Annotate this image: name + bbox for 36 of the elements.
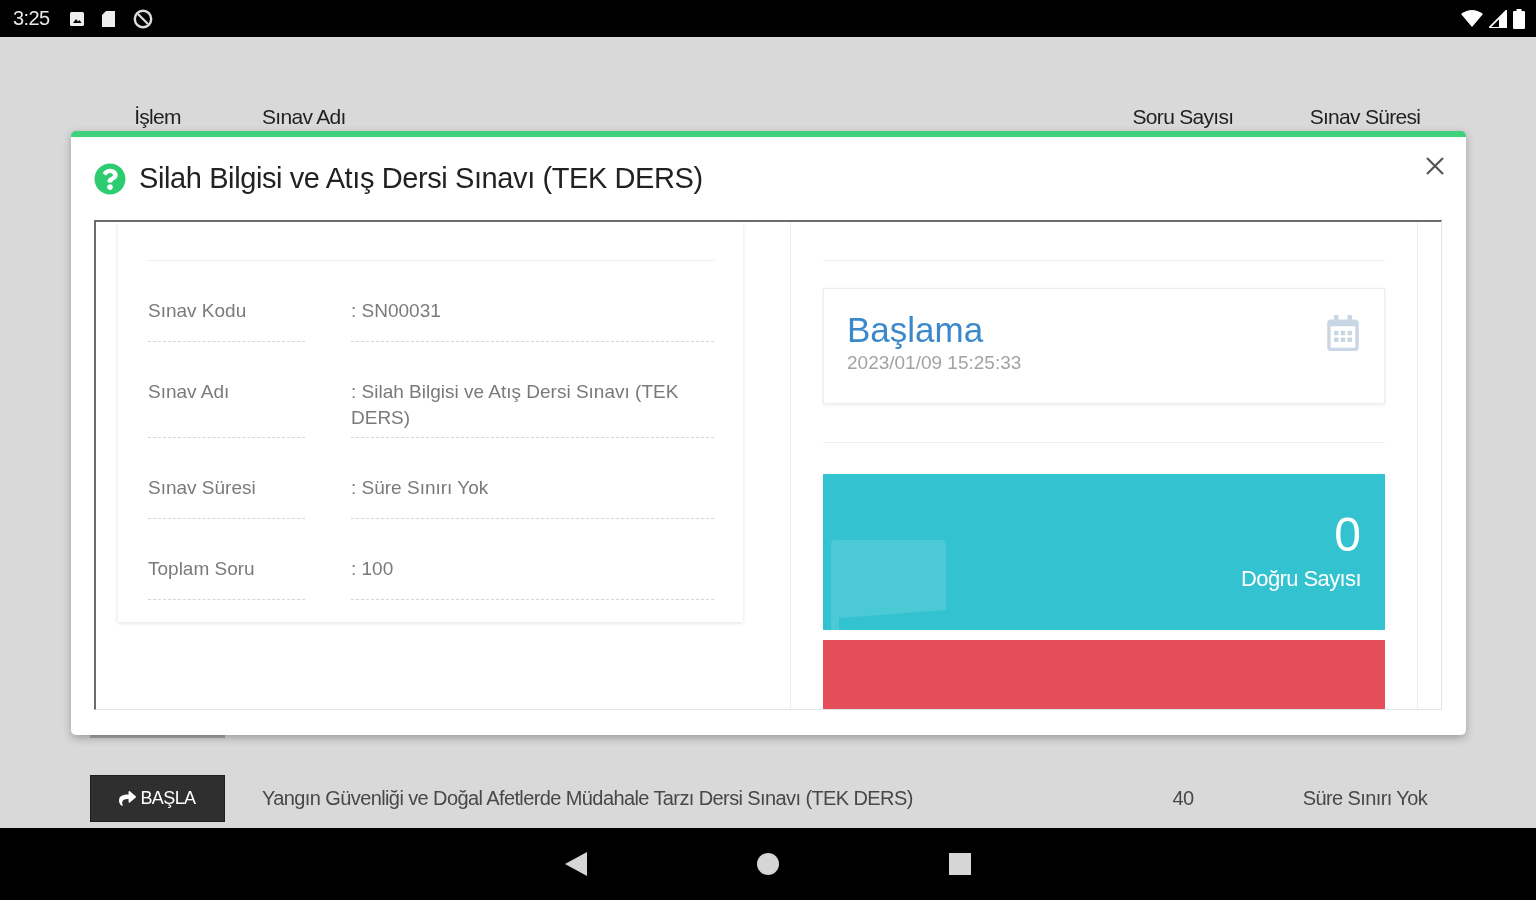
column-header: İşlem [133, 105, 182, 129]
image-icon [69, 11, 84, 26]
stat-value: 0 [1334, 510, 1361, 560]
start-button[interactable]: BAŞLA [90, 775, 225, 822]
detail-value: : 100 [351, 558, 394, 579]
column-header: Sınav Süresi [1309, 105, 1421, 129]
detail-value: : Süre Sınırı Yok [351, 477, 489, 498]
question-icon [94, 162, 126, 195]
table-cell: 40 [1172, 787, 1194, 810]
table-cell: Süre Sınırı Yok [1302, 787, 1428, 810]
battery-icon [1513, 8, 1525, 29]
signal-icon [1489, 9, 1507, 28]
calendar-icon [1325, 315, 1361, 351]
column-header: Sınav Adı [262, 105, 346, 129]
dialog-title: Silah Bilgisi ve Atış Dersi Sınavı (TEK DERS) [139, 162, 703, 195]
close-icon [1426, 157, 1444, 175]
detail-value: : Silah Bilgisi ve Atış Dersi Sınavı (TEK DERS) [351, 381, 679, 428]
detail-label: Toplam Soru [148, 558, 255, 579]
column-header: Soru Sayısı [1132, 105, 1234, 129]
detail-label: Sınav Kodu [148, 300, 247, 321]
sd-card-icon [101, 10, 115, 27]
faded-block-icon [831, 540, 946, 630]
blocked-circle-icon [132, 8, 153, 29]
stat-label: Doğru Sayısı [1241, 566, 1361, 592]
table-cell: Yangın Güvenliği ve Doğal Afetlerde Müdahale Tarzı Dersi Sınavı (TEK DERS) [262, 787, 913, 810]
detail-value: : SN00031 [351, 300, 441, 321]
detail-label: Sınav Süresi [148, 477, 256, 498]
back-icon[interactable] [565, 852, 587, 876]
wifi-icon [1461, 10, 1483, 27]
status-time: 3:25 [13, 7, 50, 30]
start-label: Başlama [847, 309, 984, 351]
detail-label: Sınav Adı [148, 381, 230, 402]
home-icon[interactable] [757, 853, 779, 875]
share-arrow-icon [119, 790, 137, 807]
start-datetime: 2023/01/09 15:25:33 [847, 351, 1022, 375]
close-button[interactable] [1426, 157, 1444, 175]
